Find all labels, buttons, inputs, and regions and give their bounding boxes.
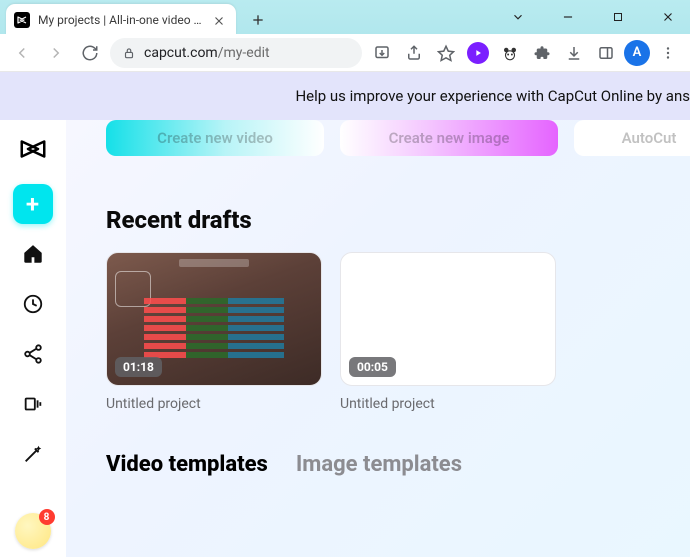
extension-panda-icon[interactable] [496, 39, 524, 67]
recent-drafts-heading: Recent drafts [106, 206, 690, 234]
downloads-icon[interactable] [560, 39, 588, 67]
sidebar-item-history[interactable] [13, 284, 53, 324]
minimize-icon[interactable] [554, 3, 582, 31]
close-tab-icon[interactable] [212, 13, 226, 27]
address-bar[interactable]: capcut.com/my-edit [110, 38, 362, 68]
draft-card[interactable]: 01:18 Untitled project [106, 252, 322, 412]
draft-title: Untitled project [106, 396, 322, 412]
maximize-icon[interactable] [604, 3, 632, 31]
extensions-puzzle-icon[interactable] [528, 39, 556, 67]
tab-strip: My projects | All-in-one video ed [6, 4, 272, 36]
tab-video-templates[interactable]: Video templates [106, 452, 268, 477]
draft-title: Untitled project [340, 396, 556, 412]
tab-image-templates[interactable]: Image templates [296, 452, 462, 477]
create-new-button[interactable]: + [13, 184, 53, 224]
browser-toolbar: capcut.com/my-edit A [0, 34, 690, 72]
profile-avatar[interactable]: A [624, 40, 650, 66]
side-panel-icon[interactable] [592, 39, 620, 67]
sidebar-item-home[interactable] [13, 234, 53, 274]
duration-badge: 00:05 [349, 357, 396, 377]
autocut-card[interactable]: AutoCut [574, 120, 690, 156]
new-tab-button[interactable] [244, 6, 272, 34]
notification-bulb[interactable]: 8 [15, 513, 51, 549]
draft-thumbnail: 01:18 [106, 252, 322, 386]
url-text: capcut.com/my-edit [144, 45, 270, 61]
capcut-favicon-icon [14, 12, 30, 28]
lock-icon [122, 46, 136, 60]
sidebar-item-magic[interactable] [13, 434, 53, 474]
reload-button[interactable] [76, 39, 104, 67]
browser-tab[interactable]: My projects | All-in-one video ed [6, 4, 236, 36]
install-app-icon[interactable] [368, 39, 396, 67]
create-video-card[interactable]: Create new video [106, 120, 324, 156]
duration-badge: 01:18 [115, 357, 162, 377]
main-content: Create new video Create new image AutoCu… [66, 120, 690, 557]
draft-card[interactable]: 00:05 Untitled project [340, 252, 556, 412]
app-sidebar: + 8 [0, 120, 66, 557]
back-button[interactable] [8, 39, 36, 67]
close-window-icon[interactable] [654, 3, 682, 31]
capcut-logo-icon[interactable] [18, 134, 48, 164]
bookmark-star-icon[interactable] [432, 39, 460, 67]
create-image-card[interactable]: Create new image [340, 120, 558, 156]
promo-text: Help us improve your experience with Cap… [295, 87, 690, 105]
media-play-badge[interactable] [464, 39, 492, 67]
kebab-menu-icon[interactable] [654, 39, 682, 67]
share-icon[interactable] [400, 39, 428, 67]
forward-button[interactable] [42, 39, 70, 67]
create-row: Create new video Create new image AutoCu… [66, 120, 690, 156]
notification-count-badge: 8 [39, 509, 55, 525]
draft-thumbnail: 00:05 [340, 252, 556, 386]
sidebar-item-spaces[interactable] [13, 384, 53, 424]
sidebar-item-share[interactable] [13, 334, 53, 374]
tab-title: My projects | All-in-one video ed [38, 13, 204, 27]
drafts-row: 01:18 Untitled project 00:05 Untitled pr… [66, 252, 690, 412]
template-tabs: Video templates Image templates [106, 452, 690, 477]
chevron-down-icon[interactable] [504, 3, 532, 31]
promo-banner: Help us improve your experience with Cap… [0, 72, 690, 120]
